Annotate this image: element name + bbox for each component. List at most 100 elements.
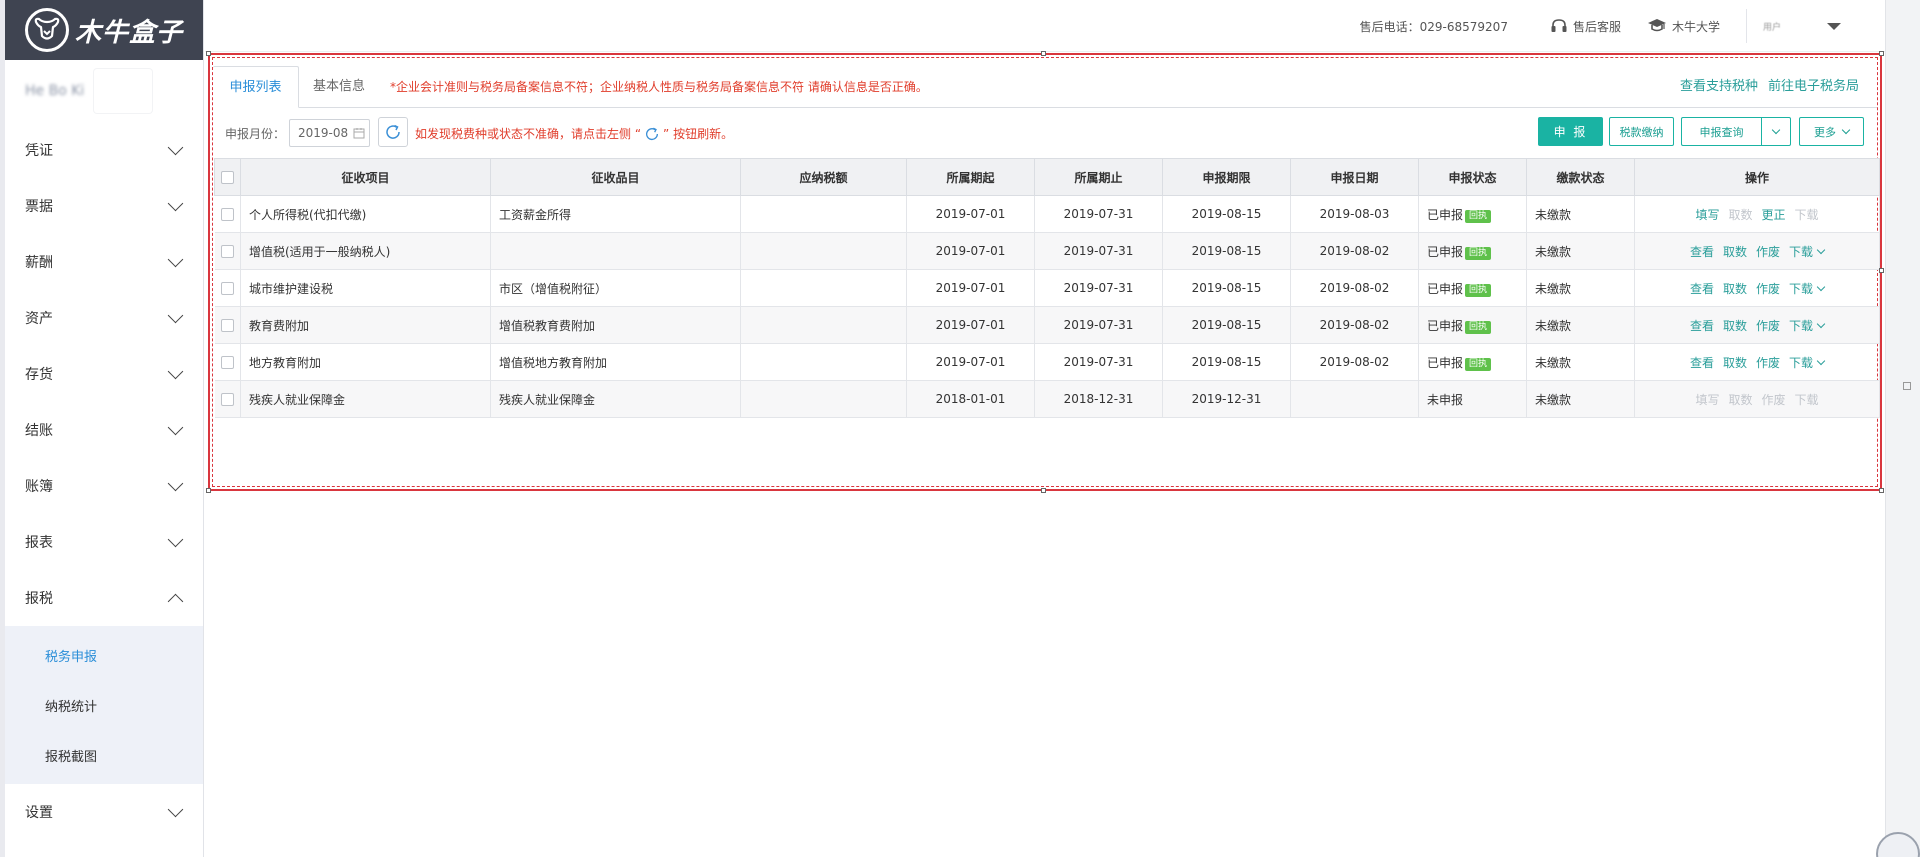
column-header[interactable]: 操作: [1634, 158, 1880, 196]
customer-service-label: 售后客服: [1572, 19, 1621, 34]
row-action-link[interactable]: 作废: [1756, 317, 1780, 334]
declare-button[interactable]: 申 报: [1538, 117, 1603, 146]
resize-handle[interactable]: [1041, 51, 1046, 56]
row-action-link[interactable]: 下载: [1795, 391, 1819, 408]
tab-declaration-list[interactable]: 申报列表: [213, 66, 299, 108]
cell-date: 2019-08-02: [1290, 343, 1419, 381]
tab-basic-info[interactable]: 基本信息: [313, 66, 365, 108]
chevron-down-icon: [167, 419, 184, 435]
receipt-badge[interactable]: 回执: [1465, 283, 1492, 297]
cell-status: 已申报 回执: [1418, 195, 1527, 233]
nav-item[interactable]: 凭证: [5, 122, 203, 178]
row-action-link[interactable]: 作废: [1756, 243, 1780, 260]
row-action-link[interactable]: 查看: [1690, 354, 1714, 371]
subnav-item[interactable]: 报税截图: [5, 730, 203, 780]
row-action-link[interactable]: 取数: [1728, 391, 1752, 408]
receipt-badge[interactable]: 回执: [1465, 320, 1492, 334]
column-header[interactable]: 征收项目: [240, 158, 491, 196]
column-header[interactable]: 缴款状态: [1526, 158, 1635, 196]
resize-handle[interactable]: [206, 488, 211, 493]
user-menu-caret-icon[interactable]: [1827, 22, 1841, 30]
row-action-link[interactable]: 下载: [1795, 206, 1819, 223]
column-header[interactable]: 应纳税额: [740, 158, 907, 196]
resize-handle[interactable]: [1879, 268, 1884, 273]
column-header[interactable]: 申报日期: [1290, 158, 1419, 196]
row-action-link[interactable]: 取数: [1723, 317, 1747, 334]
subnav-item[interactable]: 纳税统计: [5, 680, 203, 730]
period-picker[interactable]: 2019-08: [289, 119, 370, 147]
row-action-link[interactable]: 作废: [1762, 391, 1786, 408]
receipt-badge[interactable]: 回执: [1465, 246, 1492, 260]
nav-item[interactable]: 薪酬: [5, 234, 203, 290]
row-action-link[interactable]: 下载: [1789, 354, 1824, 371]
column-header[interactable]: 申报状态: [1418, 158, 1527, 196]
user-name[interactable]: 用户: [1763, 20, 1819, 33]
resize-handle[interactable]: [1879, 488, 1884, 493]
cell-item: 城市维护建设税: [240, 269, 491, 307]
row-select-cell: [214, 269, 241, 307]
row-action-link[interactable]: 取数: [1723, 354, 1747, 371]
row-action-link[interactable]: 查看: [1690, 317, 1714, 334]
company-switcher[interactable]: He Bo Ki: [5, 60, 203, 122]
nav-item[interactable]: 报表: [5, 514, 203, 570]
row-action-link[interactable]: 填写: [1695, 206, 1719, 223]
row-action-link[interactable]: 取数: [1723, 280, 1747, 297]
university-link[interactable]: 木牛大学: [1647, 18, 1720, 35]
row-action-link[interactable]: 查看: [1690, 280, 1714, 297]
nav-item[interactable]: 账簿: [5, 458, 203, 514]
row-checkbox[interactable]: [220, 393, 234, 406]
table-row[interactable]: 城市维护建设税 市区（增值税附征） 2019-07-01 2019-07-31 2019…: [214, 269, 1880, 307]
declaration-panel-frame: 申报列表 基本信息 *企业会计准则与税务局备案信息不符；企业纳税人性质与税务局备…: [206, 51, 1884, 493]
column-header[interactable]: 所属期起: [906, 158, 1035, 196]
column-header[interactable]: 所属期止: [1034, 158, 1163, 196]
more-button[interactable]: 更多: [1799, 117, 1864, 146]
row-checkbox[interactable]: [220, 356, 234, 369]
table-row[interactable]: 残疾人就业保障金 残疾人就业保障金 2018-01-01 2018-12-31 2019…: [214, 380, 1880, 418]
nav-item[interactable]: 存货: [5, 346, 203, 402]
select-all-checkbox[interactable]: [221, 171, 234, 184]
column-header[interactable]: 申报期限: [1162, 158, 1291, 196]
row-action-link[interactable]: 下载: [1789, 243, 1824, 260]
table-row[interactable]: 个人所得税(代扣代缴) 工资薪金所得 2019-07-01 2019-07-31 201…: [214, 195, 1880, 233]
table-row[interactable]: 教育费附加 增值税教育费附加 2019-07-01 2019-07-31 2019-08…: [214, 306, 1880, 344]
row-action-link[interactable]: 下载: [1789, 280, 1824, 297]
resize-handle[interactable]: [1041, 488, 1046, 493]
nav-item[interactable]: 结账: [5, 402, 203, 458]
resize-handle[interactable]: [206, 51, 211, 56]
right-scroll-rail[interactable]: [1885, 0, 1920, 857]
row-action-link[interactable]: 取数: [1728, 206, 1752, 223]
table-row[interactable]: 地方教育附加 增值税地方教育附加 2019-07-01 2019-07-31 2019-…: [214, 343, 1880, 381]
receipt-badge[interactable]: 回执: [1465, 357, 1492, 371]
row-action-link[interactable]: 取数: [1723, 243, 1747, 260]
view-supported-taxes-link[interactable]: 查看支持税种: [1680, 66, 1758, 108]
tax-payment-button[interactable]: 税款缴纳: [1609, 117, 1674, 146]
receipt-badge[interactable]: 回执: [1465, 209, 1492, 223]
row-checkbox[interactable]: [220, 282, 234, 295]
subnav-item[interactable]: 税务申报: [5, 630, 203, 680]
row-action-link[interactable]: 填写: [1695, 391, 1719, 408]
row-action-link[interactable]: 查看: [1690, 243, 1714, 260]
declaration-query-button[interactable]: 申报查询: [1681, 117, 1761, 146]
logo-bar[interactable]: 木牛盒子: [5, 0, 203, 60]
row-checkbox[interactable]: [220, 319, 234, 332]
grip-icon[interactable]: [1903, 382, 1911, 390]
nav-item[interactable]: 票据: [5, 178, 203, 234]
customer-service-link[interactable]: 售后客服: [1550, 18, 1621, 35]
row-action-link[interactable]: 作废: [1756, 354, 1780, 371]
nav-item[interactable]: 资产: [5, 290, 203, 346]
goto-tax-bureau-link[interactable]: 前往电子税务局: [1768, 66, 1859, 108]
nav-item[interactable]: 报税: [5, 570, 203, 626]
resize-handle[interactable]: [1879, 51, 1884, 56]
row-action-link[interactable]: 作废: [1756, 280, 1780, 297]
refresh-button[interactable]: [378, 117, 408, 147]
row-action-link[interactable]: 下载: [1789, 317, 1824, 334]
cell-payment: 未缴款: [1526, 195, 1635, 233]
row-action-link[interactable]: 更正: [1762, 206, 1786, 223]
table-row[interactable]: 增值税(适用于一般纳税人) 2019-07-01 2019-07-31 2019-08…: [214, 232, 1880, 270]
column-header[interactable]: 征收品目: [490, 158, 741, 196]
cell-item: 个人所得税(代扣代缴): [240, 195, 491, 233]
row-checkbox[interactable]: [220, 245, 234, 258]
declaration-query-dropdown[interactable]: [1761, 117, 1791, 146]
row-checkbox[interactable]: [220, 208, 234, 221]
nav-item-settings[interactable]: 设置: [5, 784, 203, 840]
